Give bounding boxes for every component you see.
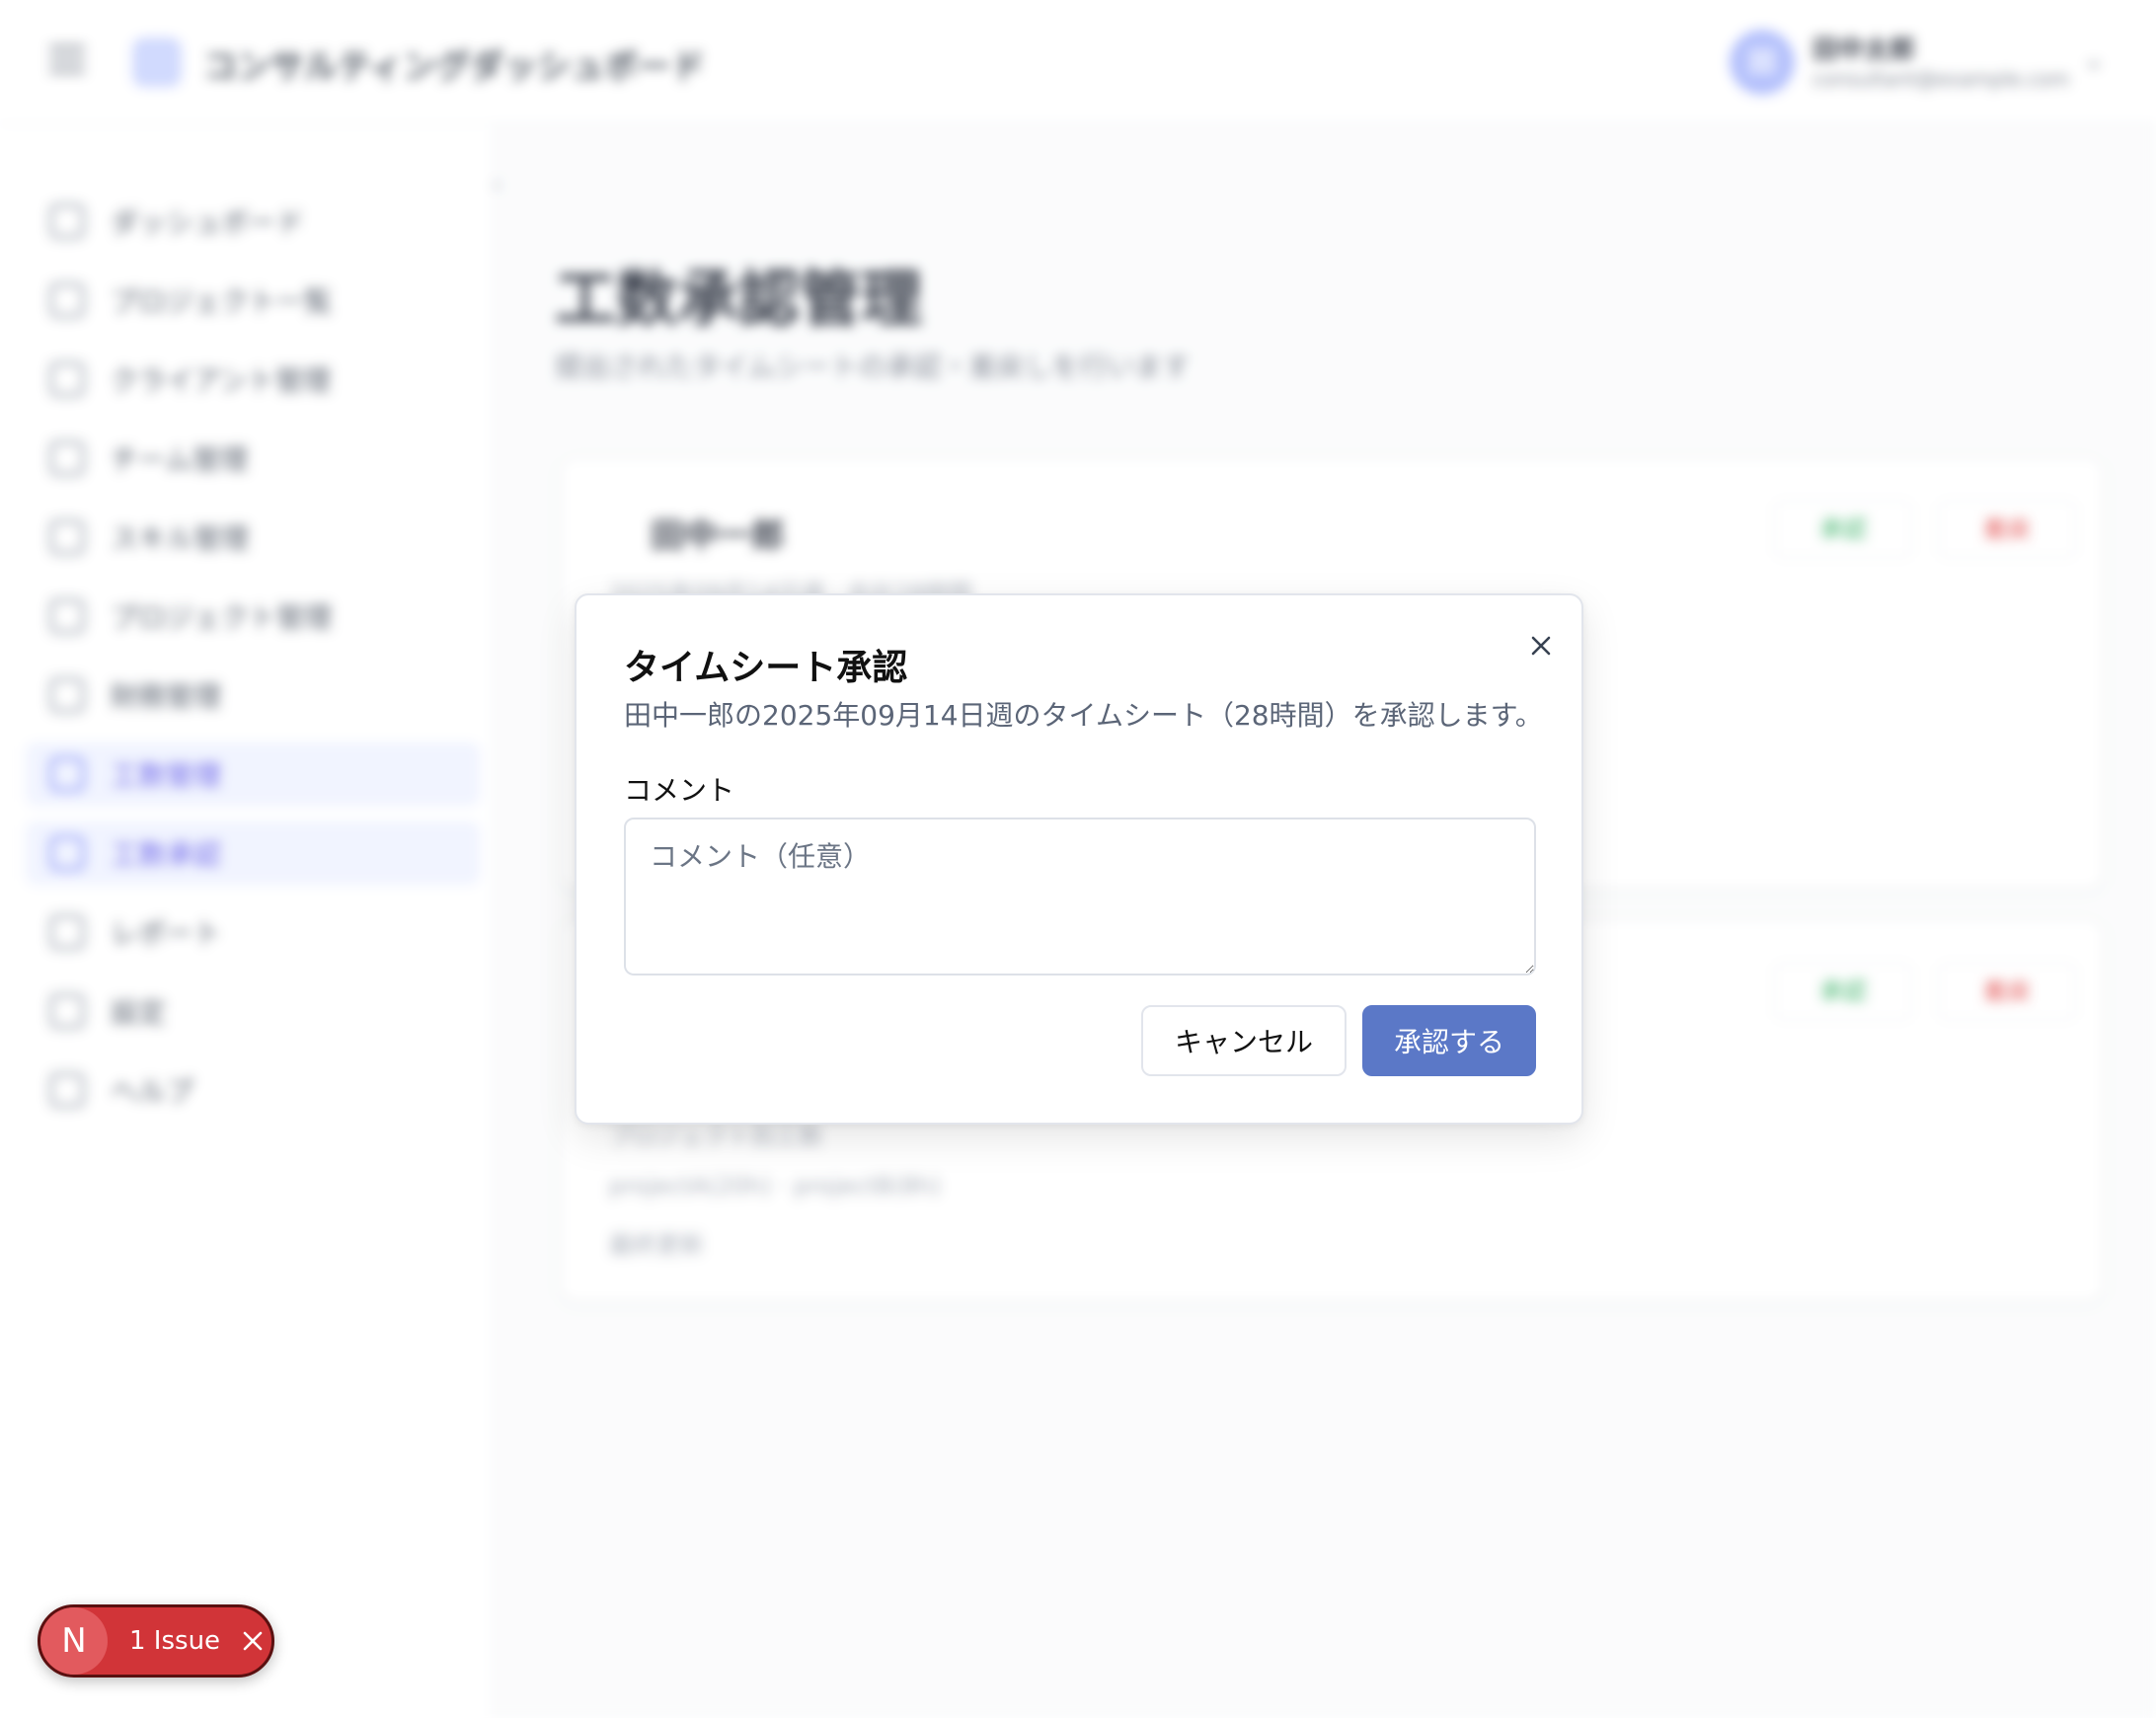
issue-badge[interactable]: N 1 Issue <box>38 1604 274 1678</box>
approval-dialog: タイムシート承認 田中一郎の2025年09月14日週のタイムシート（28時間）を… <box>575 593 1583 1125</box>
dialog-title: タイムシート承認 <box>624 648 908 688</box>
dismiss-button[interactable] <box>238 1626 268 1656</box>
comment-label: コメント <box>624 774 735 807</box>
cancel-button[interactable]: キャンセル <box>1141 1005 1347 1076</box>
comment-textarea[interactable] <box>624 818 1536 976</box>
dialog-description: 田中一郎の2025年09月14日週のタイムシート（28時間）を承認します。 <box>624 699 1543 732</box>
issue-count[interactable]: 1 Issue <box>129 1626 220 1656</box>
close-icon <box>1531 636 1551 656</box>
next-logo-icon: N <box>40 1607 108 1675</box>
approve-button[interactable]: 承認する <box>1362 1005 1536 1076</box>
close-button[interactable] <box>1519 624 1563 667</box>
close-icon <box>243 1631 263 1651</box>
